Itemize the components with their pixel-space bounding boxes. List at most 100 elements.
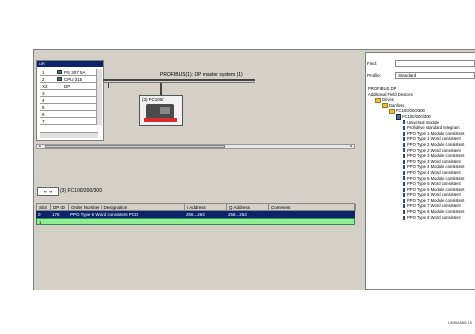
rack-row[interactable]: 4 — [40, 97, 98, 104]
module-icon — [403, 181, 405, 186]
column-header[interactable]: DP ID — [51, 204, 69, 211]
drive-display-icon — [160, 107, 170, 114]
tree-item-label: PPO Type 8 Word consistent — [407, 214, 461, 220]
column-header[interactable]: Slot — [37, 204, 51, 211]
column-header[interactable]: I Address — [185, 204, 227, 211]
hardware-catalog: Find: Profile: Standard PROFIBUS DP Addit… — [365, 52, 475, 290]
module-icon — [403, 131, 405, 136]
fc-node-label: (3) FC100/ — [142, 97, 164, 102]
table-cell — [268, 211, 355, 218]
rack-slot: X2 — [42, 84, 48, 89]
tree-item-label: PPO Type 8 Module consistent — [407, 209, 465, 215]
tree-item-label: FC100/200/300 — [402, 114, 431, 120]
find-row: Find: — [367, 60, 475, 69]
table-row[interactable]: 1 — [36, 218, 355, 225]
module-icon — [57, 70, 62, 74]
tree-item-label: Profidrive standard telegram — [407, 125, 460, 131]
rack-slot: 4 — [42, 98, 45, 103]
fc-node[interactable]: (3) FC100/ — [139, 95, 183, 126]
table-cell — [51, 219, 69, 226]
catalog-tree[interactable]: PROFIBUS DP Additional Field Devices Drive… — [368, 86, 474, 286]
profile-select[interactable]: Standard — [395, 72, 475, 79]
tree-item-label: PPO Type 2 Module consistent — [407, 141, 465, 147]
tree-item-label: PPO Type 6 Module consistent — [407, 186, 465, 192]
rack-title-text: UR — [39, 61, 45, 66]
tree-item-label: PPO Type 7 Word consistent — [407, 203, 461, 209]
tree-item-label: PPO Type 5 Word consistent — [407, 181, 461, 187]
module-icon — [57, 77, 62, 81]
figure-code: 130BA566.10 — [447, 320, 472, 325]
tree-item-label: PPO Type 7 Module consistent — [407, 197, 465, 203]
detail-table-header: Slot DP ID Order Number / Designation I Add… — [36, 203, 356, 211]
module-icon — [403, 209, 405, 214]
module-icon — [403, 170, 405, 175]
rack-window[interactable]: UR 1 PS 307 5A 2 CPU 315 X2 DP 3 4 5 6 7 — [36, 60, 104, 141]
table-cell: 0 — [38, 212, 41, 217]
tree-item-label: PPO Type 4 Module consistent — [407, 164, 465, 170]
scroll-right-icon[interactable]: ▸ — [349, 144, 354, 148]
upper-pane-scrollbar[interactable]: ◂ ▸ — [36, 144, 355, 149]
module-icon — [403, 148, 405, 153]
rack-module: DP — [64, 84, 71, 89]
tree-item-label: PROFIBUS DP — [368, 86, 397, 91]
module-icon — [403, 165, 405, 170]
tree-item-label: PPO Type 3 Word consistent — [407, 158, 461, 164]
dp-master-bus-line — [103, 82, 255, 83]
rack-row[interactable]: 6 — [40, 111, 98, 118]
tree-item-label: PPO Type 4 Word consistent — [407, 169, 461, 175]
detail-header: ⇐ ⇒ (3) FC100/200/300 — [36, 186, 236, 196]
tree-item-label: PPO Type 1 Module consistent — [407, 130, 465, 136]
rack-vertical-scrollbar[interactable] — [96, 69, 102, 125]
module-icon — [403, 126, 405, 131]
rack-row[interactable]: 7 — [40, 118, 98, 125]
tree-item-label: FC100/200/300 — [396, 108, 425, 114]
column-header[interactable]: Q Address — [227, 204, 269, 211]
table-cell: 175 — [52, 212, 60, 217]
rack-row[interactable]: 5 — [40, 104, 98, 111]
rack-row[interactable]: 2 CPU 315 — [40, 76, 98, 83]
profile-label: Profile: — [367, 73, 382, 78]
rack-table[interactable]: 1 PS 307 5A 2 CPU 315 X2 DP 3 4 5 6 7 — [40, 69, 98, 125]
scroll-left-icon[interactable]: ◂ — [37, 144, 42, 148]
find-label: Find: — [367, 61, 378, 66]
column-header[interactable]: Comment — [269, 204, 356, 211]
rack-bus-link — [108, 83, 109, 88]
table-cell — [69, 219, 185, 226]
column-header[interactable]: Order Number / Designation — [69, 204, 185, 211]
detail-table[interactable]: Slot DP ID Order Number / Designation I Add… — [36, 203, 356, 225]
rack-slot: 5 — [42, 105, 45, 110]
table-cell — [269, 219, 356, 226]
tree-item-label: Universal module — [407, 119, 440, 125]
tree-item-label: Danfoss — [389, 102, 405, 108]
tree-item-label: Drives — [382, 97, 394, 103]
module-icon — [403, 120, 405, 125]
rack-row[interactable]: 3 — [40, 90, 98, 97]
table-cell: 256...263 — [228, 212, 247, 217]
dp-master-bus[interactable] — [103, 79, 255, 81]
table-cell: 1 — [39, 220, 42, 225]
tree-item-label: PPO Type 1 Word consistent — [407, 136, 461, 142]
module-icon — [403, 187, 405, 192]
module-icon — [403, 137, 405, 142]
module-icon — [403, 142, 405, 147]
tree-item[interactable]: PPO Type 8 Word consistent — [368, 215, 474, 221]
scroll-thumb[interactable] — [45, 145, 225, 148]
table-row[interactable]: 0 175 PPO Type 6 Word consistent PCD 256...… — [36, 211, 355, 218]
table-cell: PPO Type 6 Word consistent PCD — [70, 212, 139, 217]
rack-slot: 1 — [42, 70, 45, 75]
module-icon — [403, 215, 405, 220]
find-input[interactable] — [395, 60, 475, 67]
tree-item-label: PPO Type 2 Word consistent — [407, 147, 461, 153]
rack-row[interactable]: X2 DP — [40, 83, 98, 90]
rack-row[interactable]: 1 PS 307 5A — [40, 69, 98, 76]
module-icon — [403, 198, 405, 203]
detail-table-body: 0 175 PPO Type 6 Word consistent PCD 256...… — [36, 211, 355, 225]
detail-title: (3) FC100/200/300 — [60, 188, 102, 194]
rack-slot: 7 — [42, 119, 45, 124]
node-status-bar — [144, 118, 177, 122]
rack-horizontal-scrollbar[interactable] — [40, 132, 98, 138]
rack-slot: 2 — [42, 77, 45, 82]
nav-back-forward-button[interactable]: ⇐ ⇒ — [37, 187, 59, 196]
rack-title: UR — [37, 61, 103, 67]
table-cell: 256...263 — [186, 212, 205, 217]
